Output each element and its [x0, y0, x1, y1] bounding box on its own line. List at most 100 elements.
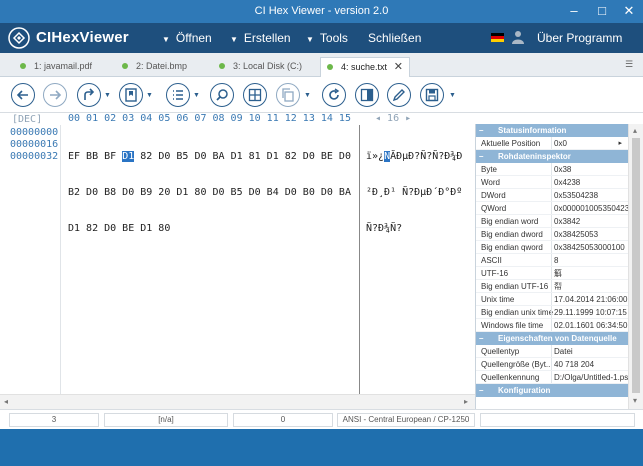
- app-logo-icon: [8, 27, 30, 49]
- menu-tools[interactable]: ▼ Tools: [306, 31, 348, 45]
- list-button[interactable]: [166, 83, 190, 107]
- hex-data[interactable]: EF BB BF D1 82 D0 B5 D0 BA D1 81 D1 82 D…: [68, 127, 351, 259]
- property-row[interactable]: Windows file time 02.01.1601 06:34:50: [476, 319, 628, 332]
- hex-editor[interactable]: [DEC] 00 01 02 03 04 05 06 07 08 09 10 1…: [0, 113, 475, 409]
- maximize-button[interactable]: □: [588, 0, 616, 23]
- scroll-down-icon[interactable]: ▾: [633, 396, 637, 405]
- edit-button[interactable]: [387, 83, 411, 107]
- forward-button[interactable]: [43, 83, 67, 107]
- menu-about[interactable]: Über Programm: [537, 31, 622, 45]
- scroll-up-icon[interactable]: ▴: [633, 126, 637, 135]
- property-row[interactable]: Quellentyp Datei: [476, 345, 628, 358]
- property-row[interactable]: Quellenkennung D:/Olga/Untitled-1.ps: [476, 371, 628, 384]
- grid-button[interactable]: [243, 83, 267, 107]
- vertical-scrollbar[interactable]: ▴ ▾: [628, 124, 643, 409]
- language-flag-icon[interactable]: [491, 33, 504, 42]
- panel-icon: [360, 88, 374, 102]
- text-data[interactable]: ï»¿ÑĂĐμĐ?Ñ?Ñ?Đ¾Đ ²Đ¸Đ¹ Ñ?ĐμĐ´Đ°Đº Ñ?Đ¾Ñ?: [366, 127, 462, 259]
- bookmark-dropdown-icon[interactable]: ▼: [146, 92, 153, 99]
- text-width-right-icon[interactable]: ▸: [399, 113, 411, 124]
- minimize-button[interactable]: –: [560, 0, 588, 23]
- selected-byte[interactable]: D1: [122, 151, 135, 162]
- bookmark-button[interactable]: [119, 83, 143, 107]
- save-dropdown-icon[interactable]: ▼: [449, 92, 456, 99]
- menu-create[interactable]: ▼ Erstellen: [230, 31, 291, 45]
- status-selection: [n/a]: [104, 413, 228, 427]
- number-base-label[interactable]: [DEC]: [12, 114, 42, 125]
- property-row[interactable]: Byte 0x38: [476, 163, 628, 176]
- list-icon: [173, 90, 183, 100]
- hex-row[interactable]: D1 82 D0 BE D1 80: [68, 223, 351, 235]
- title-bar: CI Hex Viewer - version 2.0 – □ ✕: [0, 0, 643, 23]
- text-row[interactable]: ï»¿ÑĂĐμĐ?Ñ?Ñ?Đ¾Đ: [366, 151, 462, 163]
- status-bar: 3 [n/a] 0 ANSI - Central European / CP-1…: [0, 409, 643, 429]
- section-source-properties[interactable]: Eigenschaften von Datenquelle: [476, 332, 628, 345]
- property-row[interactable]: QWord 0x000001005350423: [476, 202, 628, 215]
- text-row[interactable]: ²Đ¸Đ¹ Ñ?ĐμĐ´Đ°Đº: [366, 187, 462, 199]
- panel-button[interactable]: [355, 83, 379, 107]
- tab-list-menu-icon[interactable]: ☰: [625, 59, 633, 70]
- tab-bar: 1: javamail.pdf 2: Datei.bmp 3: Local Di…: [0, 53, 643, 77]
- section-status-info[interactable]: Statusinformation: [476, 124, 628, 137]
- footer-bar: [0, 429, 643, 466]
- dropdown-arrow-icon[interactable]: ▸: [618, 137, 622, 149]
- offset-row: 00000016: [10, 139, 59, 150]
- property-row[interactable]: DWord 0x53504238: [476, 189, 628, 202]
- user-icon[interactable]: [512, 30, 524, 44]
- section-data-inspector[interactable]: Rohdateninspektor: [476, 150, 628, 163]
- copy-dropdown-icon[interactable]: ▼: [304, 92, 311, 99]
- tab-close-icon[interactable]: ✕: [394, 58, 403, 76]
- hex-row[interactable]: EF BB BF D1 82 D0 B5 D0 BA D1 81 D1 82 D…: [68, 151, 351, 163]
- tab-suche-txt[interactable]: 4: suche.txt ✕: [320, 57, 410, 77]
- menu-close[interactable]: Schließen: [368, 31, 421, 45]
- section-configuration[interactable]: Konfiguration: [476, 384, 628, 397]
- redo-button[interactable]: [77, 83, 101, 107]
- redo-dropdown-icon[interactable]: ▼: [104, 92, 111, 99]
- tab-status-dot: [219, 63, 225, 69]
- property-row[interactable]: Aktuelle Position 0x0 ▸: [476, 137, 628, 150]
- inspector-panel: Statusinformation Aktuelle Position0x0▸ …: [475, 124, 628, 409]
- property-row[interactable]: Big endian unix time 29.11.1999 10:07:15: [476, 306, 628, 319]
- property-row[interactable]: Quellengröße (Byt... 40 718 204: [476, 358, 628, 371]
- text-separator: [359, 125, 360, 409]
- offset-row: 00000032: [10, 151, 59, 162]
- brand-name: CIHexViewer: [36, 29, 129, 46]
- menu-open[interactable]: ▼ Öffnen: [162, 31, 212, 45]
- back-icon: [16, 90, 28, 100]
- tab-status-dot: [122, 63, 128, 69]
- tab-javamail-pdf[interactable]: 1: javamail.pdf: [20, 57, 92, 77]
- offset-separator: [60, 125, 61, 409]
- tab-local-disk[interactable]: 3: Local Disk (C:): [219, 57, 302, 77]
- save-button[interactable]: [420, 83, 444, 107]
- horizontal-scrollbar[interactable]: ◂ ▸: [0, 394, 475, 409]
- close-window-button[interactable]: ✕: [615, 0, 643, 23]
- property-row[interactable]: Word 0x4238: [476, 176, 628, 189]
- property-row[interactable]: Big endian UTF-16 㡂: [476, 280, 628, 293]
- search-button[interactable]: [210, 83, 234, 107]
- redo-icon: [84, 88, 95, 100]
- edit-icon: [392, 89, 405, 102]
- hex-row[interactable]: B2 D0 B8 D0 B9 20 D1 80 D0 B5 D0 B4 D0 B…: [68, 187, 351, 199]
- tab-datei-bmp[interactable]: 2: Datei.bmp: [122, 57, 187, 77]
- toolbar: ▼ ▼ ▼ ▼ ▼: [0, 77, 643, 113]
- copy-button[interactable]: [276, 83, 300, 107]
- scroll-left-icon[interactable]: ◂: [4, 397, 8, 406]
- property-row[interactable]: Big endian qword 0x38425053000100: [476, 241, 628, 254]
- back-button[interactable]: [11, 83, 35, 107]
- status-position: 3: [9, 413, 99, 427]
- scroll-right-icon[interactable]: ▸: [464, 397, 468, 406]
- property-row[interactable]: UTF-16 䈸: [476, 267, 628, 280]
- property-row[interactable]: Big endian word 0x3842: [476, 215, 628, 228]
- list-dropdown-icon[interactable]: ▼: [193, 92, 200, 99]
- refresh-button[interactable]: [322, 83, 346, 107]
- property-row[interactable]: Unix time 17.04.2014 21:06:00: [476, 293, 628, 306]
- menu-bar: CIHexViewer ▼ Öffnen ▼ Erstellen ▼ Tools Sc…: [0, 23, 643, 53]
- property-row[interactable]: ASCII 8: [476, 254, 628, 267]
- status-encoding[interactable]: ANSI - Central European / CP-1250: [337, 413, 475, 427]
- text-row[interactable]: Ñ?Đ¾Ñ?: [366, 223, 462, 235]
- text-width-left-icon[interactable]: ◂: [375, 113, 387, 124]
- status-value: 0: [233, 413, 333, 427]
- scroll-thumb[interactable]: [632, 138, 640, 393]
- property-row[interactable]: Big endian dword 0x38425053: [476, 228, 628, 241]
- forward-icon: [50, 90, 62, 100]
